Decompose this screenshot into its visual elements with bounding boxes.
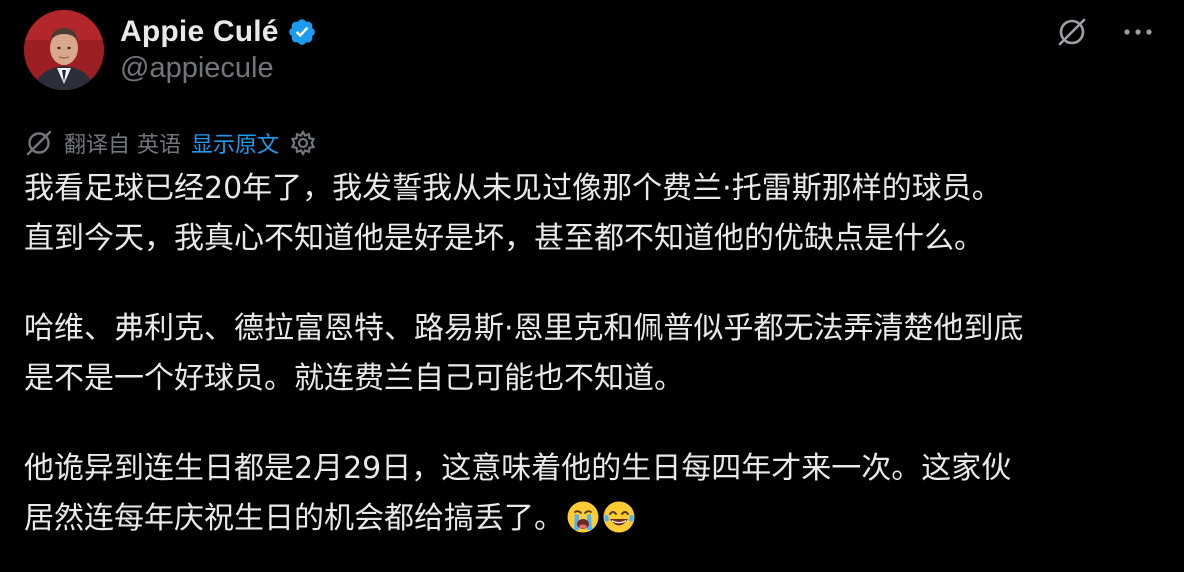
gear-icon[interactable]: [289, 129, 317, 157]
more-icon[interactable]: [1120, 14, 1156, 50]
translation-source-label: 翻译自 英语: [64, 133, 181, 158]
avatar[interactable]: [24, 10, 104, 90]
loudly-crying-face-emoji-icon: [566, 500, 600, 534]
tweet-line: 他诡异到连生日都是2月29日，这意味着他的生日每四年才来一次。这家伙: [24, 451, 1012, 486]
tweet-line: 我看足球已经20年了，我发誓我从未见过像那个费兰·托雷斯那样的球员。: [24, 171, 1002, 206]
author-display-name[interactable]: Appie Culé: [120, 15, 279, 49]
tweet-card: Appie Culé @appiecule 翻译自 英语 显示原文 我看足球已经…: [0, 0, 1184, 572]
verified-badge-icon: [287, 17, 317, 47]
translation-bar: 翻译自 英语 显示原文: [24, 126, 317, 160]
tweet-last-line: 居然连每年庆祝生日的机会都给搞丢了。: [24, 494, 1164, 544]
show-original-link[interactable]: 显示原文: [191, 127, 279, 159]
grok-icon[interactable]: [1054, 14, 1090, 50]
top-actions: [1054, 14, 1156, 50]
tweet-line: 是不是一个好球员。就连费兰自己可能也不知道。: [24, 361, 684, 396]
tweet-line: 哈维、弗利克、德拉富恩特、路易斯·恩里克和佩普似乎都无法弄清楚他到底: [24, 311, 1024, 346]
translate-icon: [24, 128, 54, 158]
author-name-row: Appie Culé: [120, 12, 317, 52]
tweet-text: 我看足球已经20年了，我发誓我从未见过像那个费兰·托雷斯那样的球员。 直到今天，…: [24, 164, 1164, 544]
tweet-line: 直到今天，我真心不知道他是好是坏，甚至都不知道他的优缺点是什么。: [24, 221, 984, 256]
tweet-line-text: 居然连每年庆祝生日的机会都给搞丢了。: [24, 501, 564, 536]
face-with-tears-of-joy-emoji-icon: [602, 500, 636, 534]
author-handle[interactable]: @appiecule: [120, 52, 274, 85]
